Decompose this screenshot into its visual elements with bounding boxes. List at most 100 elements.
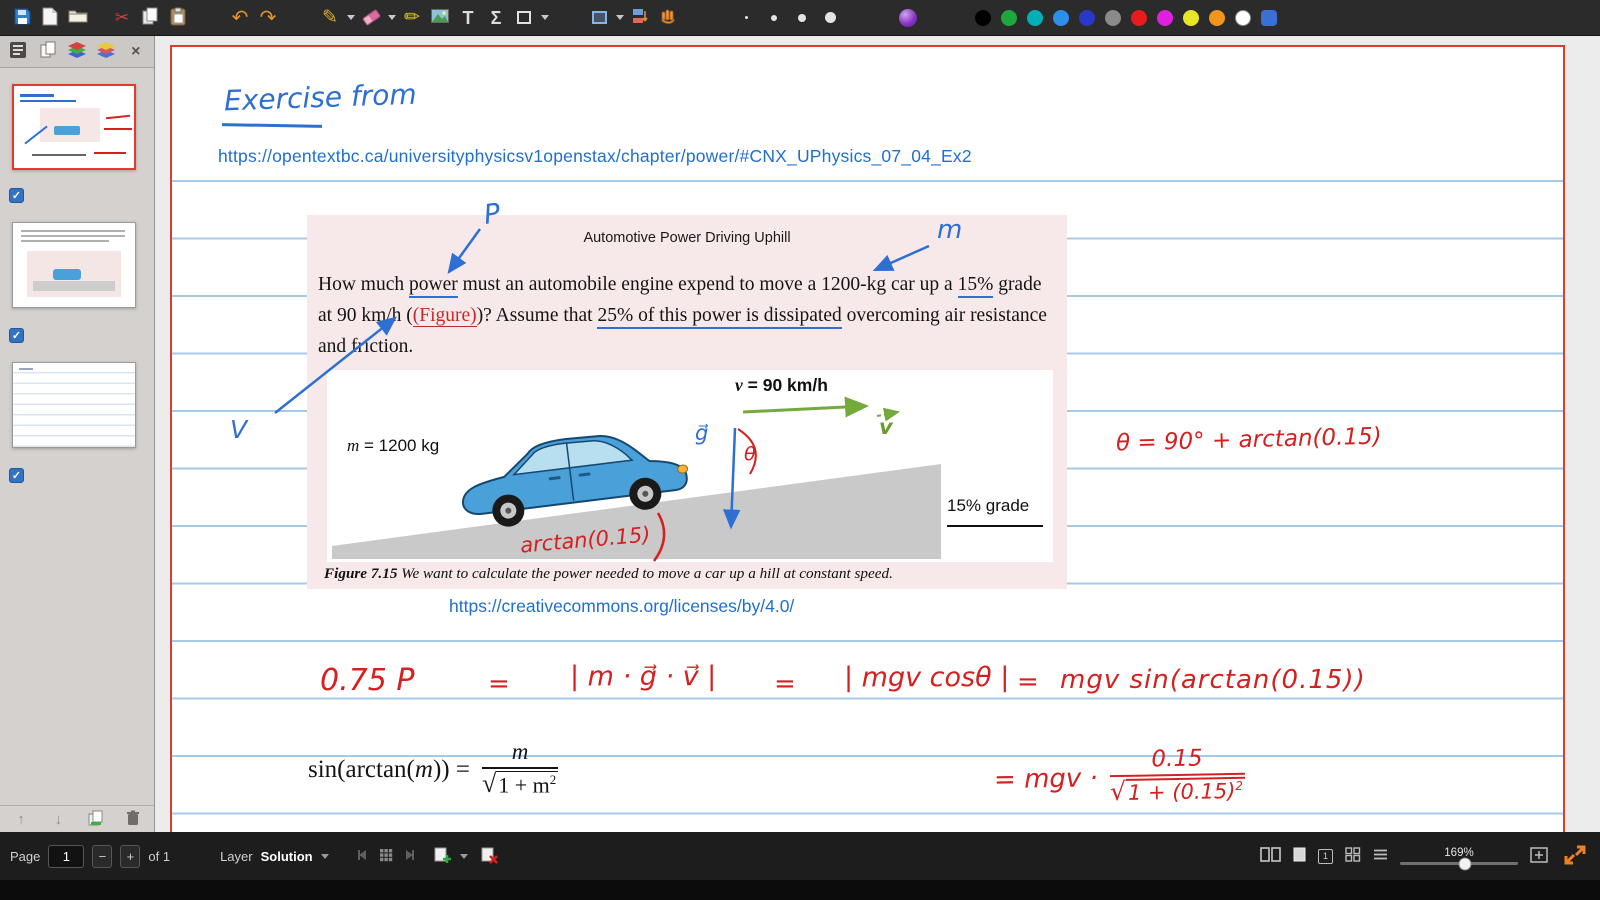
color-swatch[interactable] — [1105, 9, 1121, 26]
pen-options-button[interactable] — [344, 4, 357, 32]
radicand-exponent: 2 — [1235, 779, 1244, 794]
chevron-down-icon — [346, 15, 355, 20]
delete-layer-icon — [480, 845, 499, 867]
undo-button[interactable]: ↶ — [226, 4, 254, 32]
page-thumbnail-1[interactable] — [12, 84, 136, 170]
delete-layer-button[interactable] — [480, 845, 499, 867]
view-menu-button[interactable] — [1373, 848, 1388, 864]
grid-layout-button[interactable] — [1345, 847, 1361, 865]
shape-options-button[interactable] — [538, 4, 551, 32]
page-count-label: of 1 — [148, 848, 171, 864]
stroke-medium-button[interactable] — [760, 4, 788, 32]
page-3-checkbox[interactable]: ✓ — [9, 468, 24, 483]
color-swatch[interactable] — [1131, 9, 1147, 26]
add-layer-button[interactable] — [433, 845, 452, 867]
math-tex-icon: Σ — [490, 7, 502, 28]
color-swatch-square[interactable] — [1261, 9, 1277, 26]
open-button[interactable] — [64, 4, 92, 32]
page-number-input[interactable]: 1 — [48, 844, 85, 868]
dual-page-view-button[interactable] — [1260, 847, 1281, 865]
page-thumbnails-tab[interactable] — [36, 40, 58, 64]
handwritten-eq-lhs: 0.75 P — [320, 663, 415, 698]
move-page-up-button[interactable]: ↑ — [10, 807, 32, 831]
page-badge-button[interactable]: 1 — [1318, 848, 1333, 864]
select-region-button[interactable] — [585, 4, 613, 32]
chevron-down-icon[interactable] — [320, 853, 329, 859]
page-1-checkbox[interactable]: ✓ — [9, 188, 24, 203]
color-swatch[interactable] — [1235, 9, 1251, 26]
handwritten-eq2: = mgv · 0.15 √ 1 + (0.15)2 — [993, 745, 1246, 811]
layer-selector[interactable]: Solution — [261, 849, 313, 864]
color-swatch[interactable] — [1053, 9, 1069, 26]
text-tool-button[interactable]: T — [454, 4, 482, 32]
sidebar-toolbar: × — [0, 36, 154, 68]
goto-first-layer-button[interactable] — [355, 848, 371, 865]
sidebar-close-button[interactable]: × — [125, 40, 147, 64]
cc-license-link[interactable]: https://creativecommons.org/licenses/by/… — [449, 596, 794, 617]
highlighter-tool-button[interactable]: ✏ — [398, 4, 426, 32]
problem-text-part: must an automobile engine expend to move… — [457, 274, 958, 295]
pen-tool-button[interactable]: ✎ — [316, 4, 344, 32]
fullscreen-button[interactable] — [1560, 841, 1590, 872]
source-url-link[interactable]: https://opentextbc.ca/universityphysicsv… — [218, 146, 972, 167]
medium-dot-icon — [798, 13, 806, 22]
color-swatch[interactable] — [975, 9, 991, 26]
color-swatch[interactable] — [1183, 9, 1199, 26]
figure-reference-link[interactable]: (Figure) — [412, 305, 477, 328]
new-document-button[interactable] — [36, 4, 64, 32]
move-page-down-button[interactable]: ↓ — [47, 807, 69, 831]
goto-last-layer-button[interactable] — [401, 848, 417, 865]
save-button[interactable] — [8, 4, 36, 32]
heading-underline — [221, 123, 323, 128]
grid-dots-icon — [379, 848, 393, 865]
zoom-fit-button[interactable] — [1530, 846, 1548, 866]
cut-button[interactable]: ✂ — [108, 4, 136, 32]
close-icon: × — [131, 42, 141, 60]
copy-button[interactable] — [136, 4, 164, 32]
stroke-thick-button[interactable] — [816, 4, 844, 32]
annotation-g-vector-label: g⃗ — [695, 421, 709, 445]
color-swatch[interactable] — [1157, 9, 1173, 26]
page-label: Page — [10, 848, 41, 864]
select-options-button[interactable] — [613, 4, 626, 32]
color-swatch[interactable] — [1079, 9, 1095, 26]
handwritten-eq2-denominator: √ 1 + (0.15)2 — [1110, 776, 1246, 808]
hand-tool-button[interactable] — [654, 4, 682, 32]
stroke-fine-button[interactable] — [732, 4, 760, 32]
color-swatch[interactable] — [1027, 9, 1043, 26]
page-preview-tab[interactable] — [7, 40, 29, 64]
copy-icon — [142, 7, 159, 28]
copy-page-button[interactable] — [85, 807, 107, 831]
layerstack-tab[interactable] — [66, 40, 88, 64]
chevron-down-icon[interactable] — [459, 853, 468, 859]
eraser-options-button[interactable] — [385, 4, 398, 32]
page-minus-button[interactable]: − — [92, 844, 113, 868]
shape-tool-button[interactable] — [510, 4, 538, 32]
color-swatch[interactable] — [1001, 9, 1017, 26]
color-swatch[interactable] — [1209, 9, 1225, 26]
zoom-slider-handle[interactable] — [1458, 857, 1472, 870]
page-thumbnail-2[interactable] — [12, 222, 136, 308]
annotation-velocity-label: v — [879, 415, 893, 439]
layer-label: Layer — [220, 848, 253, 864]
vertical-space-tool-button[interactable] — [626, 4, 654, 32]
redo-button[interactable]: ↷ — [254, 4, 282, 32]
eraser-tool-button[interactable] — [357, 4, 385, 32]
image-tool-button[interactable] — [426, 4, 454, 32]
single-page-view-button[interactable] — [1293, 847, 1306, 865]
page-2-checkbox[interactable]: ✓ — [9, 328, 24, 343]
vertical-space-icon — [632, 8, 648, 27]
canvas-area: Exercise from https://opentextbc.ca/univ… — [155, 36, 1600, 845]
page-thumbnail-3[interactable] — [12, 362, 136, 448]
layer-preview-button[interactable] — [379, 848, 393, 865]
page-canvas[interactable]: Exercise from https://opentextbc.ca/univ… — [170, 45, 1565, 845]
handwritten-eq-dotproduct: | m · g⃗ · v⃗ | — [570, 661, 717, 692]
page-plus-button[interactable]: + — [120, 844, 141, 868]
color-wheel-button[interactable] — [894, 4, 922, 32]
math-tool-button[interactable]: Σ — [482, 4, 510, 32]
stroke-medium2-button[interactable] — [788, 4, 816, 32]
zoom-slider[interactable] — [1400, 857, 1518, 870]
paste-button[interactable] — [164, 4, 192, 32]
delete-page-button[interactable] — [122, 807, 144, 831]
layerstack-preview-tab[interactable] — [95, 40, 117, 64]
